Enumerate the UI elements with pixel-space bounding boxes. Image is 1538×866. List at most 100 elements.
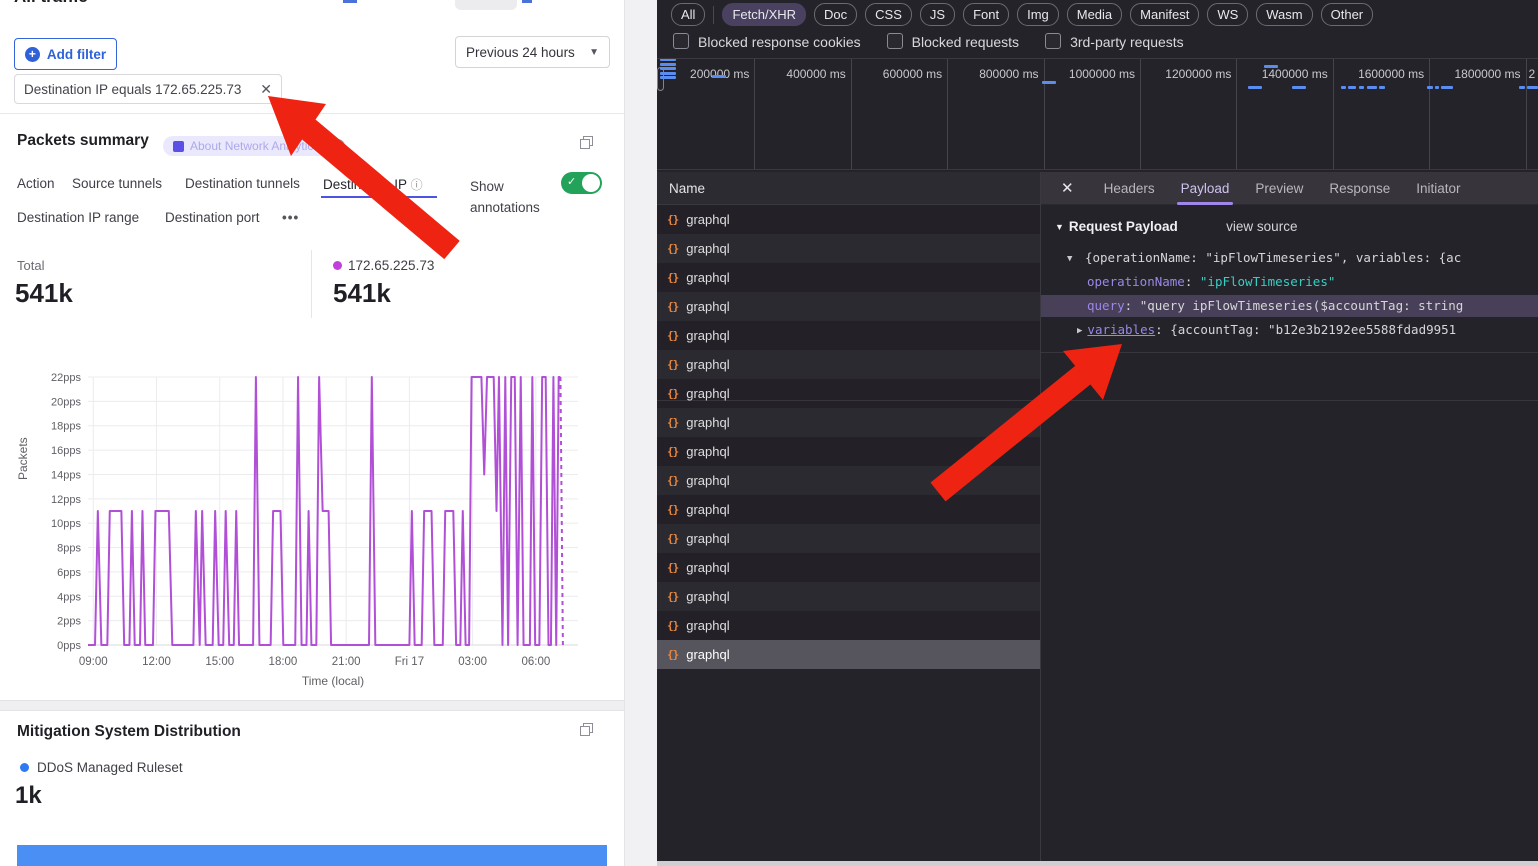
payload-preview-line[interactable]: ▼ {operationName: "ipFlowTimeseries", va… <box>1067 250 1538 265</box>
request-row-graphql[interactable]: {}graphql <box>657 350 1040 379</box>
request-row-graphql[interactable]: {}graphql <box>657 292 1040 321</box>
payload-variables-row[interactable]: ▶variables: {accountTag: "b12e3b2192ee55… <box>1077 322 1538 337</box>
json-value: {accountTag: "b12e3b2192ee5588fdad9951 <box>1170 322 1456 337</box>
divider <box>0 113 625 114</box>
close-panel-icon[interactable]: ✕ <box>1061 179 1074 197</box>
request-detail-panel: ✕HeadersPayloadPreviewResponseInitiator … <box>1041 172 1538 866</box>
filter-pill-css[interactable]: CSS <box>865 3 912 26</box>
svg-text:09:00: 09:00 <box>79 656 108 668</box>
request-row-graphql[interactable]: {}graphql <box>657 553 1040 582</box>
checkbox-blocked-response-cookies[interactable]: Blocked response cookies <box>673 33 861 50</box>
more-tabs-button[interactable]: ••• <box>282 210 299 225</box>
request-row-graphql[interactable]: {}graphql <box>657 495 1040 524</box>
add-filter-button[interactable]: + Add filter <box>14 38 117 70</box>
svg-text:6pps: 6pps <box>57 567 81 579</box>
filter-chip[interactable]: Destination IP equals 172.65.225.73 ✕ <box>14 74 282 104</box>
analytics-panel: All traffic + Add filter Previous 24 hou… <box>0 0 657 866</box>
request-row-graphql[interactable]: {}graphql <box>657 234 1040 263</box>
seam-line <box>657 400 1538 401</box>
filter-pill-all[interactable]: All <box>671 3 705 26</box>
divider <box>1041 352 1538 353</box>
waterfall-request-mark <box>1348 86 1356 89</box>
filter-pill-fetch-xhr[interactable]: Fetch/XHR <box>722 3 806 26</box>
checkbox-icon[interactable] <box>673 33 689 49</box>
packets-summary-title: Packets summary <box>17 132 149 150</box>
request-name: graphql <box>686 502 729 517</box>
request-row-graphql[interactable]: {}graphql <box>657 466 1040 495</box>
json-file-icon: {} <box>667 619 678 632</box>
request-row-graphql[interactable]: {}graphql <box>657 408 1040 437</box>
detail-tab-initiator[interactable]: Initiator <box>1416 172 1460 205</box>
top-fragment-icon <box>522 0 532 3</box>
payload-query-row[interactable]: query: "query ipFlowTimeseries($accountT… <box>1087 298 1538 313</box>
request-payload-section[interactable]: ▼Request Payload view source <box>1055 218 1538 236</box>
mitigation-value: 1k <box>15 782 42 810</box>
checkbox-icon[interactable] <box>887 33 903 49</box>
filter-pill-wasm[interactable]: Wasm <box>1256 3 1312 26</box>
annotations-toggle[interactable]: ✓ <box>561 172 602 194</box>
request-row-graphql[interactable]: {}graphql <box>657 611 1040 640</box>
stat-ip-value: 541k <box>333 278 391 309</box>
filter-pill-font[interactable]: Font <box>963 3 1009 26</box>
waterfall-request-mark <box>1359 86 1364 89</box>
request-name: graphql <box>686 647 729 662</box>
json-file-icon: {} <box>667 561 678 574</box>
filter-pill-ws[interactable]: WS <box>1207 3 1248 26</box>
waterfall-request-mark <box>660 58 676 61</box>
view-source-link[interactable]: view source <box>1226 219 1297 234</box>
request-row-graphql[interactable]: {}graphql <box>657 321 1040 350</box>
detail-tab-headers[interactable]: Headers <box>1104 172 1155 205</box>
waterfall-request-mark <box>1519 86 1525 89</box>
request-name: graphql <box>686 473 729 488</box>
checkbox-icon[interactable] <box>1045 33 1061 49</box>
tab-destination-port[interactable]: Destination port <box>165 210 260 225</box>
triangle-down-icon: ▼ <box>1067 254 1072 264</box>
request-row-graphql[interactable]: {}graphql <box>657 524 1040 553</box>
timeline-ruler[interactable]: 200000 ms400000 ms600000 ms800000 ms1000… <box>657 58 1538 170</box>
expand-card-icon[interactable] <box>580 723 593 736</box>
timeline-tick-label: 2 <box>1527 59 1538 170</box>
timeline-scroll-handle[interactable] <box>657 67 664 91</box>
timeline-tick-label: 600000 ms <box>852 59 948 170</box>
tab-destination-ip-range[interactable]: Destination IP range <box>17 210 139 225</box>
expand-card-icon[interactable] <box>580 136 593 149</box>
waterfall-request-mark <box>1264 65 1278 68</box>
request-row-graphql[interactable]: {}graphql <box>657 437 1040 466</box>
filter-pill-js[interactable]: JS <box>920 3 955 26</box>
request-row-graphql[interactable]: {}graphql <box>657 640 1040 669</box>
filter-pill-manifest[interactable]: Manifest <box>1130 3 1199 26</box>
stat-total-value: 541k <box>15 278 73 309</box>
payload-operationname-row[interactable]: operationName: "ipFlowTimeseries" <box>1087 274 1538 289</box>
filter-pill-other[interactable]: Other <box>1321 3 1374 26</box>
about-network-analytics-badge[interactable]: About Network Analytics <box>163 136 329 156</box>
close-icon[interactable]: ✕ <box>260 81 272 98</box>
mitigation-title: Mitigation System Distribution <box>17 723 241 741</box>
request-row-graphql[interactable]: {}graphql <box>657 263 1040 292</box>
add-filter-label: Add filter <box>47 47 106 62</box>
detail-tab-response[interactable]: Response <box>1329 172 1390 205</box>
waterfall-request-mark <box>660 63 676 66</box>
filter-pill-doc[interactable]: Doc <box>814 3 857 26</box>
time-range-dropdown[interactable]: Previous 24 hours ▼ <box>455 36 610 68</box>
waterfall-request-mark <box>660 67 676 70</box>
filter-pill-img[interactable]: Img <box>1017 3 1059 26</box>
tab-source-tunnels[interactable]: Source tunnels <box>72 176 162 191</box>
request-row-graphql[interactable]: {}graphql <box>657 379 1040 408</box>
checkbox-3rd-party-requests[interactable]: 3rd-party requests <box>1045 33 1184 50</box>
request-name: graphql <box>686 589 729 604</box>
json-value: "query ipFlowTimeseries($accountTag: str… <box>1140 298 1464 313</box>
checkbox-blocked-requests[interactable]: Blocked requests <box>887 33 1019 50</box>
request-row-graphql[interactable]: {}graphql <box>657 582 1040 611</box>
detail-tab-preview[interactable]: Preview <box>1255 172 1303 205</box>
request-row-graphql[interactable]: {}graphql <box>657 205 1040 234</box>
series-dot-icon <box>333 261 342 270</box>
packets-timeseries-chart: 0pps2pps4pps6pps8pps10pps12pps14pps16pps… <box>0 360 625 695</box>
name-column-header[interactable]: Name <box>657 172 1040 205</box>
filter-pill-media[interactable]: Media <box>1067 3 1122 26</box>
tab-action[interactable]: Action <box>17 176 55 191</box>
tab-destination-ip[interactable]: Destination IP ⓘ <box>323 176 423 193</box>
detail-tab-bar: ✕ Headers Payload Preview Response Initiator <box>1041 172 1538 205</box>
detail-tab-payload[interactable]: Payload <box>1181 172 1230 205</box>
tab-destination-tunnels[interactable]: Destination tunnels <box>185 176 300 191</box>
waterfall-request-mark <box>660 76 676 79</box>
